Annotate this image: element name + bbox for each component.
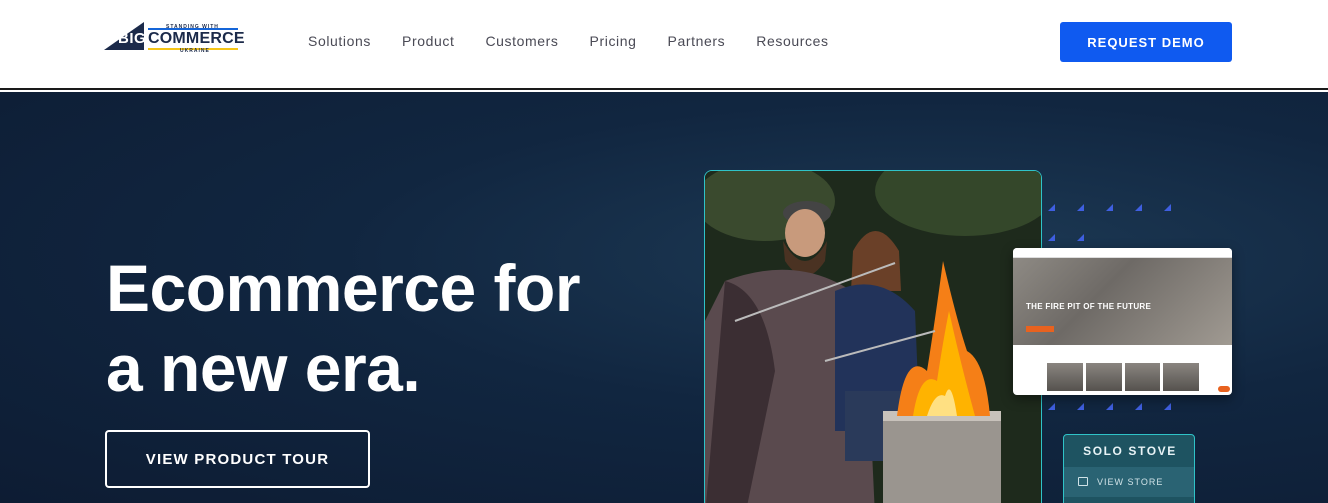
product-thumb (1047, 363, 1083, 391)
bigcommerce-logo[interactable]: STANDING WITH BIG COMMERCE UKRAINE (104, 18, 245, 54)
store-brand-name: SOLO STOVE (1083, 444, 1177, 458)
storefront-icon (1078, 477, 1088, 486)
store-shop-button (1026, 326, 1054, 332)
triangle-decor-icon (1135, 403, 1142, 410)
hero-title: Ecommerce for a new era. (106, 248, 581, 408)
nav-solutions[interactable]: Solutions (308, 33, 371, 49)
product-thumb (1124, 363, 1161, 391)
triangle-decor-icon (1077, 234, 1084, 241)
store-heading: THE FIRE PIT OF THE FUTURE (1026, 302, 1152, 311)
request-demo-button[interactable]: REQUEST DEMO (1060, 22, 1232, 62)
triangle-decor-icon (1048, 234, 1055, 241)
triangle-decor-icon (1135, 204, 1142, 211)
triangle-decor-icon (1048, 403, 1055, 410)
hero-title-line-2: a new era. (106, 331, 421, 405)
hero-title-line-1: Ecommerce for (106, 251, 581, 325)
product-thumb (1085, 363, 1122, 391)
triangle-decor-icon (1048, 204, 1055, 211)
triangle-decor-icon (1164, 204, 1171, 211)
triangle-decor-icon (1106, 403, 1113, 410)
nav-resources[interactable]: Resources (756, 33, 828, 49)
triangle-decor-icon (1077, 403, 1084, 410)
store-screenshot: THE FIRE PIT OF THE FUTURE (1013, 248, 1232, 395)
store-chat-badge (1218, 386, 1230, 392)
triangle-decor-icon (1164, 403, 1171, 410)
view-store-label: VIEW STORE (1097, 477, 1164, 487)
triangle-decor-icon (1106, 204, 1113, 211)
store-nav-bar (1013, 248, 1232, 258)
campfire-photo (705, 171, 1041, 503)
store-product-strip (1047, 363, 1199, 391)
nav-pricing[interactable]: Pricing (590, 33, 637, 49)
view-store-link[interactable]: VIEW STORE (1064, 467, 1194, 497)
view-product-tour-button[interactable]: VIEW PRODUCT TOUR (105, 430, 370, 488)
triangle-decor-icon (1077, 204, 1084, 211)
main-nav: Solutions Product Customers Pricing Part… (308, 33, 860, 49)
site-header: STANDING WITH BIG COMMERCE UKRAINE Solut… (0, 0, 1328, 90)
hero-section: Ecommerce for a new era. VIEW PRODUCT TO… (0, 92, 1328, 503)
customer-photo-card (704, 170, 1042, 503)
nav-customers[interactable]: Customers (485, 33, 558, 49)
featured-store-card: SOLO STOVE VIEW STORE (1063, 434, 1195, 503)
nav-product[interactable]: Product (402, 33, 454, 49)
nav-partners[interactable]: Partners (668, 33, 726, 49)
logo-commerce-text: COMMERCE (148, 30, 245, 47)
logo-big-text: BIG (118, 30, 147, 47)
product-thumb (1163, 363, 1199, 391)
logo-tagline-bottom: UKRAINE (180, 48, 210, 54)
